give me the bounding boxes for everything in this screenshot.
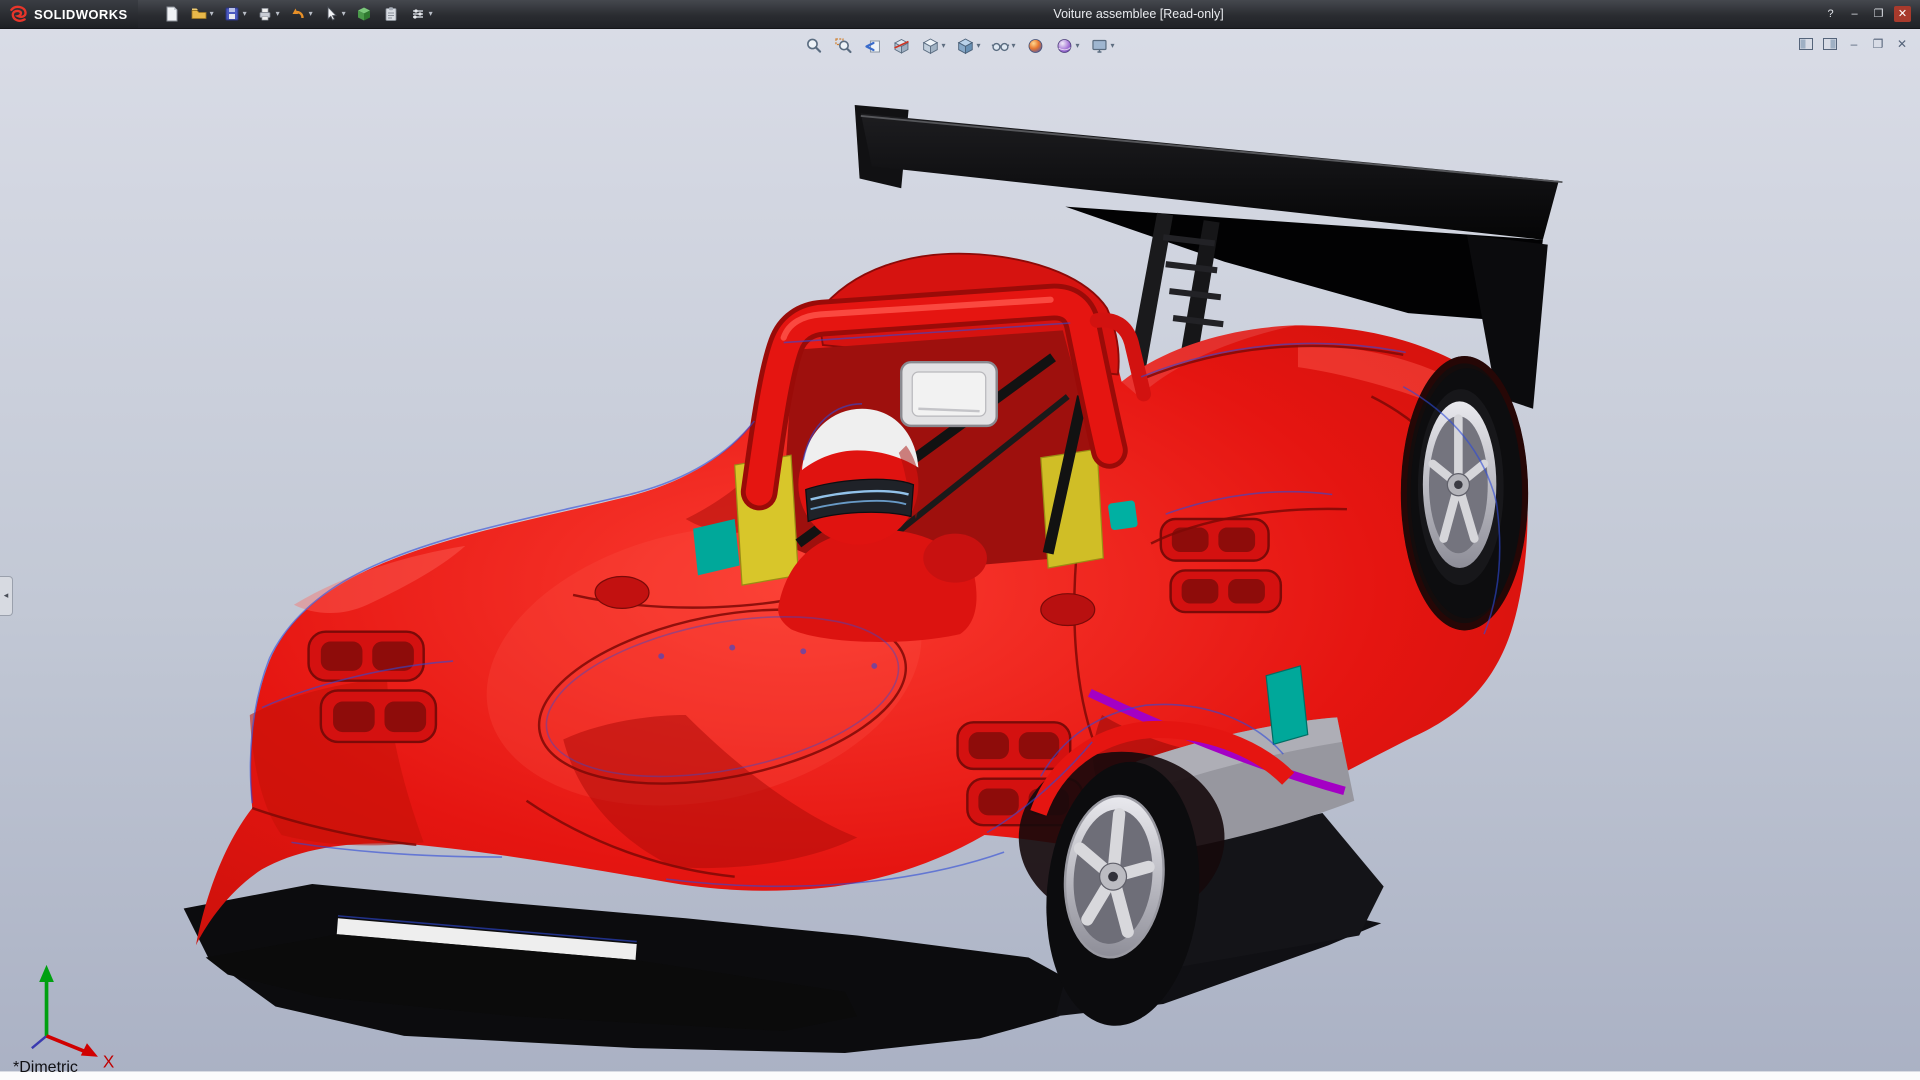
- solidworks-logo: SOLIDWORKS: [0, 0, 138, 28]
- dropdown-arrow-icon[interactable]: ▾: [429, 10, 433, 18]
- mirror-right: [1041, 594, 1095, 626]
- select-cursor-icon: [322, 5, 340, 23]
- apply-scene-icon: [1056, 37, 1074, 55]
- clipboard-icon: [382, 5, 400, 23]
- green-cube-button[interactable]: [352, 3, 376, 25]
- teal-side-window: [1266, 666, 1308, 744]
- edit-appearance-icon: [1027, 37, 1045, 55]
- teal-panel-left: [693, 519, 740, 575]
- hide-show-items-button[interactable]: ▾: [990, 36, 1016, 56]
- app-name: SOLIDWORKS: [34, 7, 128, 22]
- window-controls: ? – ❐ ✕: [1822, 6, 1920, 22]
- solidworks-window: SOLIDWORKS ▾: [0, 0, 1920, 1080]
- dropdown-arrow-icon[interactable]: ▾: [1111, 42, 1115, 50]
- dropdown-arrow-icon[interactable]: ▾: [941, 42, 945, 50]
- close-button[interactable]: ✕: [1894, 6, 1911, 22]
- doc-minimize-button[interactable]: –: [1846, 36, 1862, 51]
- undo-button[interactable]: ▾: [286, 3, 316, 25]
- print-icon: [256, 5, 274, 23]
- main-toolbar: ▾ ▾ ▾: [160, 3, 436, 25]
- dropdown-arrow-icon[interactable]: ▾: [309, 10, 313, 18]
- select-button[interactable]: ▾: [319, 3, 349, 25]
- edit-appearance-button[interactable]: [1026, 36, 1046, 56]
- zoom-to-area-button[interactable]: [833, 36, 853, 56]
- open-button[interactable]: ▾: [187, 3, 217, 25]
- apply-scene-button[interactable]: ▾: [1055, 36, 1081, 56]
- dropdown-arrow-icon[interactable]: ▾: [342, 10, 346, 18]
- options-button[interactable]: ▾: [406, 3, 436, 25]
- heads-up-view-toolbar: ▾ ▾ ▾: [804, 36, 1115, 56]
- view-orientation-label: *Dimetric: [13, 1059, 78, 1077]
- zoom-to-fit-button[interactable]: [804, 36, 824, 56]
- hide-show-items-icon: [991, 37, 1009, 55]
- pane-right-icon: [1823, 38, 1837, 50]
- new-document-icon: [163, 5, 181, 23]
- bottom-strip: [0, 1072, 1920, 1080]
- save-button[interactable]: ▾: [220, 3, 250, 25]
- save-icon: [223, 5, 241, 23]
- minimize-button[interactable]: –: [1846, 6, 1863, 22]
- titlebar: SOLIDWORKS ▾: [0, 0, 1920, 29]
- dropdown-arrow-icon[interactable]: ▾: [1076, 42, 1080, 50]
- dropdown-arrow-icon[interactable]: ▾: [976, 42, 980, 50]
- dropdown-arrow-icon[interactable]: ▾: [276, 10, 280, 18]
- document-window-controls: – ❐ ✕: [1798, 36, 1910, 51]
- viewport-canvas[interactable]: X: [0, 29, 1920, 1080]
- print-button[interactable]: ▾: [253, 3, 283, 25]
- new-document-button[interactable]: [160, 3, 184, 25]
- restore-button[interactable]: ❐: [1870, 6, 1887, 22]
- dropdown-arrow-icon[interactable]: ▾: [1011, 42, 1015, 50]
- clipboard-button[interactable]: [379, 3, 403, 25]
- graphics-area[interactable]: X: [0, 29, 1920, 1080]
- section-view-icon: [892, 37, 910, 55]
- undo-icon: [289, 5, 307, 23]
- doc-restore-button[interactable]: ❐: [1870, 36, 1886, 51]
- intake-box: [901, 362, 997, 426]
- view-orientation-icon: [921, 37, 939, 55]
- mirror-left: [595, 577, 649, 609]
- options-icon: [409, 5, 427, 23]
- dropdown-arrow-icon[interactable]: ▾: [243, 10, 247, 18]
- view-orientation-button[interactable]: ▾: [920, 36, 946, 56]
- doc-close-button[interactable]: ✕: [1894, 36, 1910, 51]
- previous-view-icon: [863, 37, 881, 55]
- pane-left-button[interactable]: [1798, 36, 1814, 51]
- open-icon: [190, 5, 208, 23]
- teal-panel-right: [1108, 500, 1138, 530]
- pane-right-button[interactable]: [1822, 36, 1838, 51]
- dropdown-arrow-icon[interactable]: ▾: [210, 10, 214, 18]
- x-axis-label: X: [103, 1052, 115, 1072]
- green-cube-icon: [355, 5, 373, 23]
- view-settings-icon: [1091, 37, 1109, 55]
- solidworks-logo-icon: [8, 4, 28, 24]
- zoom-to-fit-icon: [805, 37, 823, 55]
- previous-view-button[interactable]: [862, 36, 882, 56]
- section-view-button[interactable]: [891, 36, 911, 56]
- document-title: Voiture assemblee [Read-only]: [1053, 7, 1223, 21]
- collapse-arrow-icon: ◂: [4, 590, 9, 601]
- view-settings-button[interactable]: ▾: [1090, 36, 1116, 56]
- zoom-to-area-icon: [834, 37, 852, 55]
- display-style-button[interactable]: ▾: [955, 36, 981, 56]
- driver-arm: [923, 534, 987, 583]
- help-button[interactable]: ?: [1822, 6, 1839, 22]
- featuremanager-collapse-tab[interactable]: ◂: [0, 576, 13, 616]
- pane-left-icon: [1799, 38, 1813, 50]
- display-style-icon: [956, 37, 974, 55]
